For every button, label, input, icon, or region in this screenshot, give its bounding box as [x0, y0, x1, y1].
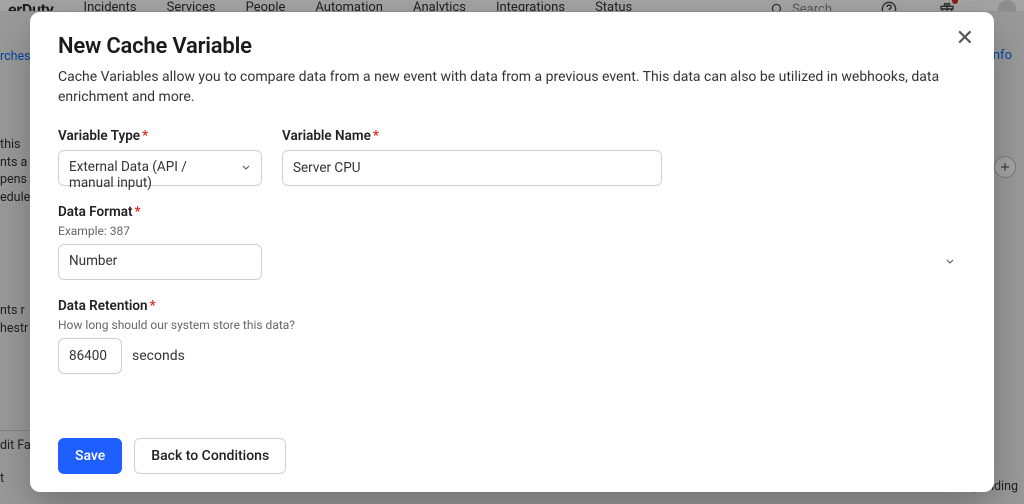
data-retention-hint: How long should our system store this da…	[58, 318, 966, 332]
modal-title: New Cache Variable	[58, 34, 966, 59]
back-to-conditions-button[interactable]: Back to Conditions	[134, 438, 286, 474]
data-format-label: Data Format*	[58, 204, 966, 220]
new-cache-variable-modal: ✕ New Cache Variable Cache Variables all…	[30, 12, 994, 492]
modal-description: Cache Variables allow you to compare dat…	[58, 67, 966, 108]
variable-name-label: Variable Name*	[282, 128, 662, 144]
variable-type-label: Variable Type*	[58, 128, 262, 144]
close-icon: ✕	[956, 26, 974, 51]
variable-type-select[interactable]: External Data (API / manual input)	[58, 150, 262, 186]
modal-footer: Save Back to Conditions	[58, 438, 966, 474]
variable-name-input[interactable]	[282, 150, 662, 186]
close-button[interactable]: ✕	[956, 28, 974, 50]
data-retention-input[interactable]	[58, 338, 122, 374]
data-format-select[interactable]: Number	[58, 244, 262, 280]
retention-unit: seconds	[132, 348, 185, 364]
save-button[interactable]: Save	[58, 438, 122, 474]
data-format-hint: Example: 387	[58, 224, 966, 238]
data-retention-label: Data Retention*	[58, 298, 966, 314]
chevron-down-icon	[944, 252, 956, 271]
